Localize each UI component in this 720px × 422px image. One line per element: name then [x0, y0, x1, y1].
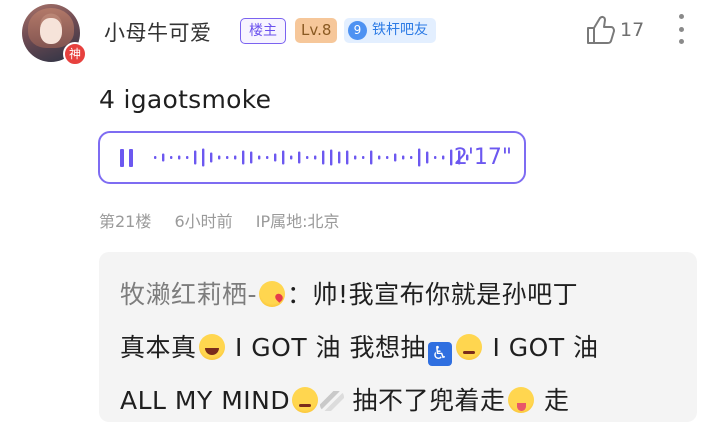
waveform-bar: [346, 150, 349, 165]
waveform-bar: [162, 153, 165, 162]
reply-preview[interactable]: 牧濑红莉栖- ：帅!我宣布你就是孙吧丁 真本真 I GOT 油 我想抽 ♿ I GO…: [99, 252, 697, 422]
level-tag: Lv.8: [295, 18, 338, 43]
waveform-bar: [354, 155, 357, 160]
post-meta: 第21楼 6小时前 IP属地:北京: [99, 208, 352, 232]
waveform-bar: [234, 155, 237, 160]
reply-text-2b: I GOT 油 我想抽: [226, 333, 426, 362]
post-text: 4 igaotsmoke: [99, 85, 272, 114]
tired-face-emoji-icon: [456, 334, 482, 360]
waveform-bar: [178, 155, 181, 160]
owner-tag: 楼主: [240, 18, 286, 44]
waveform-bar: [194, 150, 197, 165]
like-count: 17: [620, 19, 645, 41]
thumbs-up-icon[interactable]: [585, 14, 615, 46]
reply-line-2: 真本真 I GOT 油 我想抽 ♿ I GOT 油: [120, 328, 599, 366]
waveform-bar: [282, 150, 285, 165]
fan-level-badge: 9: [348, 21, 367, 40]
waveform-bar: [274, 153, 277, 162]
fan-tag[interactable]: 9 铁杆吧友: [344, 18, 436, 43]
waveform-bar: [290, 155, 293, 160]
waveform-bar: [306, 156, 309, 159]
waveform-bar: [266, 156, 269, 159]
voice-waveform: [154, 148, 469, 167]
waveform-bar: [418, 148, 421, 167]
reply-line-3: ALL MY MIND 抽不了兜着走 走: [120, 381, 570, 417]
waveform-bar: [338, 151, 341, 164]
waveform-bar: [386, 156, 389, 159]
username[interactable]: 小母牛可爱: [104, 17, 212, 47]
reply-text-1: 帅!我宣布你就是孙吧丁: [312, 280, 579, 309]
waveform-bar: [402, 155, 405, 160]
pause-icon[interactable]: [120, 149, 134, 167]
waveform-bar: [322, 150, 325, 165]
post-time: 6小时前: [174, 212, 233, 231]
reply-text-2a: 真本真: [120, 333, 197, 362]
waveform-bar: [394, 153, 397, 162]
waveform-bar: [154, 156, 157, 159]
tongue-emoji-icon: [507, 387, 534, 413]
fan-title: 铁杆吧友: [372, 22, 428, 38]
waveform-bar: [378, 155, 381, 160]
steam-face-emoji-icon: [292, 387, 319, 413]
waveform-bar: [330, 149, 333, 166]
ip-location: IP属地:北京: [255, 212, 340, 231]
dash-emoji-icon: [320, 391, 345, 411]
reply-author[interactable]: 牧濑红莉栖-: [120, 280, 257, 309]
reply-text-3b: 抽不了兜着走: [344, 386, 506, 415]
waveform-bar: [410, 156, 413, 159]
avatar-face: [40, 18, 62, 44]
reply-text-2c: I GOT 油: [484, 333, 599, 362]
reply-text-3c: 走: [535, 386, 570, 415]
waveform-bar: [298, 151, 301, 164]
waveform-bar: [258, 155, 261, 160]
waveform-bar: [242, 150, 245, 165]
floor-number: 第21楼: [99, 212, 152, 231]
voice-message[interactable]: 2'17": [98, 131, 526, 184]
waveform-bar: [314, 155, 317, 160]
waveform-bar: [218, 155, 221, 160]
wheelchair-icon: ♿: [428, 342, 452, 366]
waveform-bar: [226, 156, 229, 159]
grin-emoji-icon: [198, 334, 225, 360]
reply-colon: ：: [287, 280, 313, 309]
reply-text-3a: ALL MY MIND: [120, 386, 291, 415]
waveform-bar: [426, 151, 429, 164]
waveform-bar: [250, 151, 253, 164]
waveform-bar: [450, 149, 453, 166]
waveform-bar: [362, 156, 365, 159]
waveform-bar: [170, 156, 173, 159]
waveform-bar: [186, 156, 189, 159]
reply-line-1: 牧濑红莉栖- ：帅!我宣布你就是孙吧丁: [120, 275, 578, 311]
voice-duration: 2'17": [453, 145, 512, 170]
waveform-bar: [202, 148, 205, 167]
waveform-bar: [442, 155, 445, 160]
kiss-emoji-icon: [259, 281, 286, 307]
avatar-god-badge: 神: [63, 42, 87, 66]
waveform-bar: [370, 150, 373, 165]
more-vertical-icon[interactable]: [676, 14, 686, 44]
waveform-bar: [434, 156, 437, 159]
waveform-bar: [210, 152, 213, 163]
